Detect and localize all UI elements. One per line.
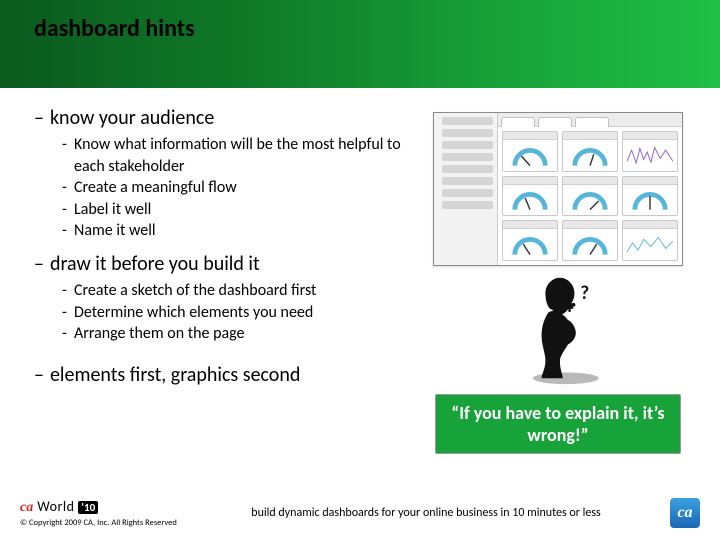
mock-tabs	[498, 113, 682, 127]
sparkline-icon	[627, 142, 673, 168]
illustration-column: ? “If you have to explain it, it’s wrong…	[430, 106, 686, 454]
slide-body: –know your audience -Know what informati…	[0, 88, 720, 454]
sparkline-icon	[627, 231, 673, 257]
caworld-brand: caWorld '10	[20, 498, 98, 516]
gauge-icon	[511, 148, 549, 168]
gauge-icon	[511, 192, 549, 212]
content-column: –know your audience -Know what informati…	[34, 106, 422, 454]
bullet-list: -Know what information will be the most …	[34, 134, 422, 242]
dash-bullet-icon: –	[34, 106, 44, 130]
bullet-text: Name it well	[74, 220, 404, 242]
gauge-icon	[571, 237, 609, 257]
footer-right: ca	[652, 498, 700, 528]
brand-world: World	[37, 498, 74, 515]
gauge-icon	[631, 192, 669, 212]
hyphen-bullet-icon: -	[62, 280, 74, 302]
mock-card	[622, 131, 678, 172]
ca-logo-icon: ca	[670, 498, 700, 528]
hyphen-bullet-icon: -	[62, 177, 74, 199]
mock-sidebar	[434, 113, 498, 265]
mock-pane	[502, 131, 678, 261]
callout-box: “If you have to explain it, it’s wrong!”	[435, 394, 681, 454]
svg-text:?: ?	[580, 282, 589, 305]
mock-card	[502, 131, 558, 172]
list-item: -Arrange them on the page	[62, 323, 422, 345]
mock-card	[622, 176, 678, 217]
hyphen-bullet-icon: -	[62, 302, 74, 324]
slide-footer: caWorld '10 © Copyright 2009 CA, Inc. Al…	[0, 486, 720, 540]
mock-card	[562, 220, 618, 261]
brand-ca: ca	[20, 500, 33, 516]
mock-card	[502, 220, 558, 261]
bullet-text: Determine which elements you need	[74, 302, 404, 324]
mock-card	[502, 176, 558, 217]
bullet-text: Know what information will be the most h…	[74, 134, 404, 177]
mock-card	[622, 220, 678, 261]
title-band: dashboard hints	[0, 0, 720, 88]
thinker-icon: ?	[507, 270, 609, 386]
bullet-text: Label it well	[74, 199, 404, 221]
slide: dashboard hints –know your audience -Kno…	[0, 0, 720, 540]
list-item: -Create a meaningful flow	[62, 177, 422, 199]
bullet-text: Create a sketch of the dashboard first	[74, 280, 404, 302]
heading-text: know your audience	[50, 106, 214, 130]
section-heading: –draw it before you build it	[34, 252, 422, 276]
list-item: -Determine which elements you need	[62, 302, 422, 324]
dashboard-mockup	[433, 112, 683, 266]
slide-title: dashboard hints	[34, 14, 686, 43]
list-item: -Name it well	[62, 220, 422, 242]
heading-text: elements first, graphics second	[50, 363, 300, 387]
list-item: -Know what information will be the most …	[62, 134, 422, 177]
list-item: -Create a sketch of the dashboard first	[62, 280, 422, 302]
section-heading: –elements first, graphics second	[34, 363, 422, 387]
brand-year-badge: '10	[78, 501, 98, 514]
hyphen-bullet-icon: -	[62, 134, 74, 177]
section-heading: –know your audience	[34, 106, 422, 130]
mock-card	[562, 176, 618, 217]
bullet-text: Arrange them on the page	[74, 323, 404, 345]
footer-left: caWorld '10 © Copyright 2009 CA, Inc. Al…	[20, 498, 200, 528]
mock-card	[562, 131, 618, 172]
gauge-icon	[511, 237, 549, 257]
heading-text: draw it before you build it	[50, 252, 260, 276]
gauge-icon	[571, 148, 609, 168]
bullet-text: Create a meaningful flow	[74, 177, 404, 199]
bullet-list: -Create a sketch of the dashboard first …	[34, 280, 422, 345]
illustration: ? “If you have to explain it, it’s wrong…	[430, 112, 686, 454]
dash-bullet-icon: –	[34, 252, 44, 276]
dash-bullet-icon: –	[34, 363, 44, 387]
list-item: -Label it well	[62, 199, 422, 221]
gauge-icon	[571, 192, 609, 212]
footer-tagline: build dynamic dashboards for your online…	[200, 506, 652, 520]
hyphen-bullet-icon: -	[62, 323, 74, 345]
callout-text: “If you have to explain it, it’s wrong!”	[446, 402, 670, 447]
hyphen-bullet-icon: -	[62, 199, 74, 221]
copyright-text: © Copyright 2009 CA, Inc. All Rights Res…	[20, 518, 177, 528]
hyphen-bullet-icon: -	[62, 220, 74, 242]
